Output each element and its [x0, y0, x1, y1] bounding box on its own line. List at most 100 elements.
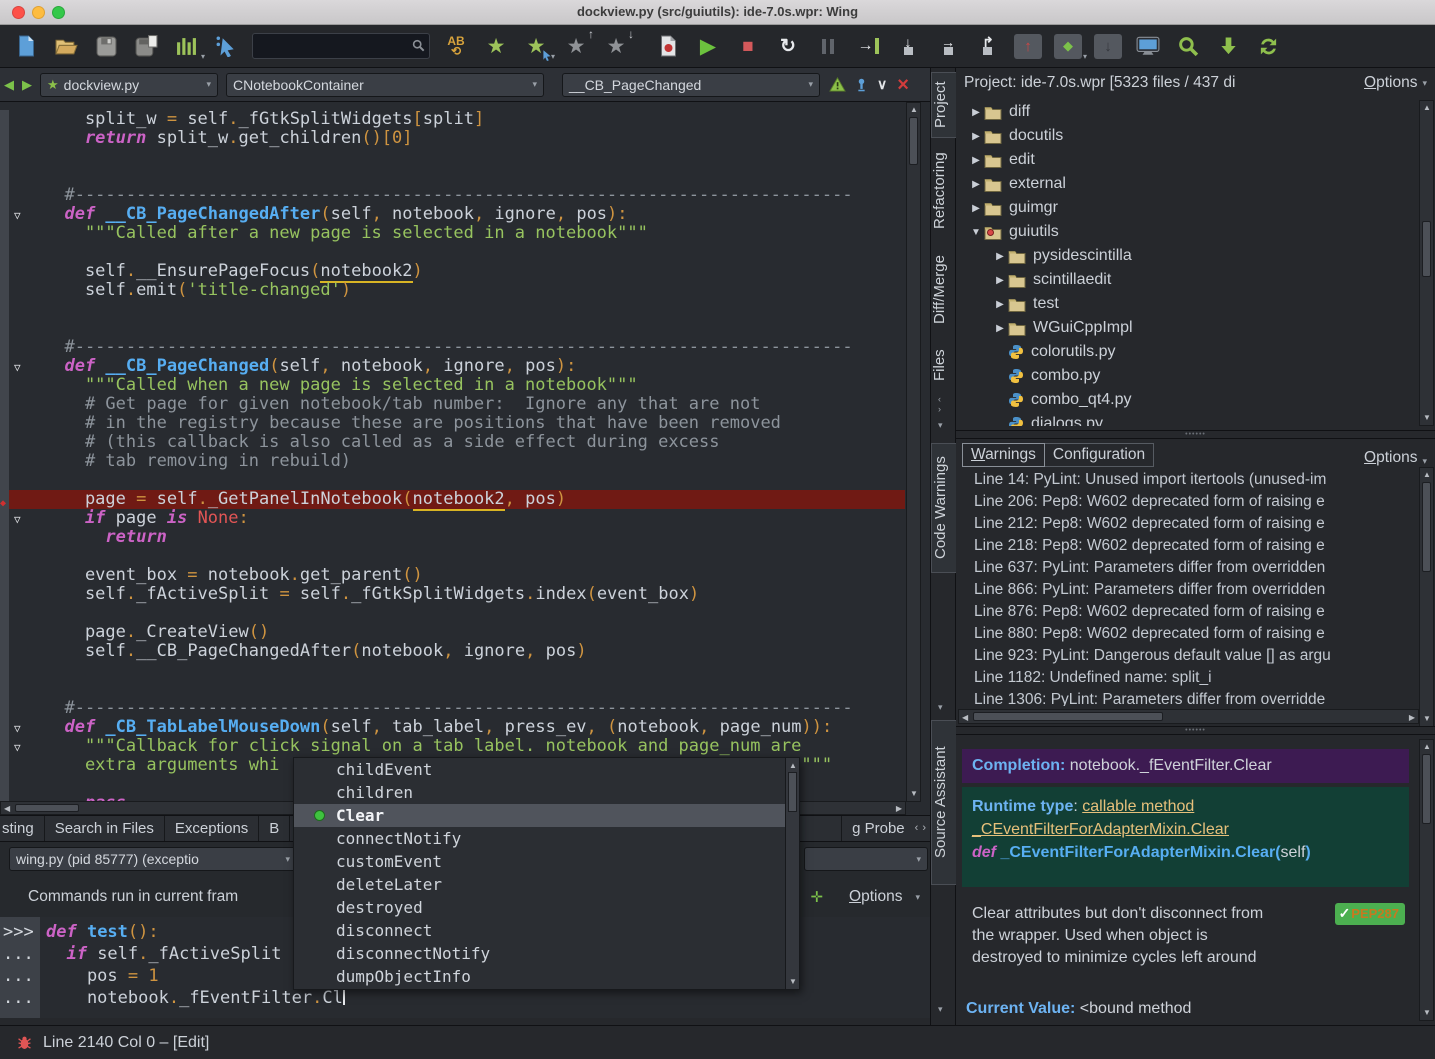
tab-search-in-files[interactable]: Search in Files — [45, 816, 165, 841]
vertical-bars-icon[interactable]: ▾ — [171, 31, 201, 61]
code-line[interactable]: #---------------------------------------… — [0, 699, 905, 718]
tree-item[interactable]: ▶pysidescintilla — [956, 244, 1419, 268]
code-line[interactable]: """Called after a new page is selected i… — [0, 224, 905, 243]
code-line[interactable] — [0, 300, 905, 319]
code-line[interactable]: # in the registry because these are posi… — [0, 414, 905, 433]
tree-item[interactable]: ▶diff — [956, 100, 1419, 124]
tree-item[interactable]: ▶scintillaedit — [956, 268, 1419, 292]
project-options-button[interactable]: Options — [1364, 74, 1417, 92]
code-line[interactable]: #---------------------------------------… — [0, 186, 905, 205]
warning-item[interactable]: Line 866: PyLint: Parameters differ from… — [958, 579, 1419, 601]
tab-scroll-right-icon[interactable]: › — [922, 816, 930, 841]
panel-tab-overflow-icon[interactable]: ▾ — [938, 702, 943, 713]
file-selector[interactable]: ★ dockview.py ▾ — [40, 73, 218, 97]
code-line[interactable] — [0, 243, 905, 262]
tree-item[interactable]: ▶external — [956, 172, 1419, 196]
code-line[interactable] — [0, 167, 905, 186]
bookmark-select-icon[interactable]: ★▾ — [521, 31, 551, 61]
completion-item[interactable]: connectNotify — [294, 827, 799, 850]
code-line[interactable]: return — [0, 528, 905, 547]
warnings-hscrollbar[interactable]: ◀ ▶ — [958, 709, 1419, 724]
runtime-type-link[interactable]: callable method — [1082, 798, 1194, 815]
completion-item[interactable]: disconnect — [294, 919, 799, 942]
new-file-icon[interactable] — [11, 31, 41, 61]
panel-tab-overflow-icon[interactable]: ‹ — [938, 394, 941, 404]
panel-tab-files[interactable]: Files — [931, 339, 957, 391]
stop-icon[interactable]: ■ — [733, 31, 763, 61]
code-line[interactable]: event_box = notebook.get_parent() — [0, 566, 905, 585]
code-line[interactable]: ▽ def __CB_PageChangedAfter(self, notebo… — [0, 205, 905, 224]
code-line[interactable] — [0, 547, 905, 566]
code-line[interactable] — [0, 319, 905, 338]
code-line[interactable]: ▽ if page is None: — [0, 509, 905, 528]
code-line[interactable]: ▽ def _CB_TabLabelMouseDown(self, tab_la… — [0, 718, 905, 737]
panel-tab-overflow-icon[interactable]: ▾ — [938, 420, 943, 431]
vcs-status-icon[interactable]: ◆▾ — [1053, 31, 1083, 61]
code-editor[interactable]: split_w = self._fGtkSplitWidgets[split] … — [0, 102, 930, 815]
pause-icon[interactable] — [813, 31, 843, 61]
tree-item[interactable]: ▶test — [956, 292, 1419, 316]
code-line[interactable]: ◆ page = self._GetPanelInNotebook(notebo… — [0, 490, 905, 509]
project-vscrollbar[interactable]: ▲ ▼ — [1419, 100, 1434, 426]
step-over-icon[interactable]: → — [933, 31, 963, 61]
completion-item[interactable]: dumpObjectInfo — [294, 965, 799, 988]
symbol-index-icon[interactable] — [856, 77, 867, 93]
warning-item[interactable]: Line 212: Pep8: W602 deprecated form of … — [958, 513, 1419, 535]
code-line[interactable]: split_w = self._fGtkSplitWidgets[split] — [0, 110, 905, 129]
warning-item[interactable]: Line 14: PyLint: Unused import itertools… — [958, 469, 1419, 491]
step-out-icon[interactable]: ↱ — [973, 31, 1003, 61]
code-line[interactable]: # tab removing in rebuild) — [0, 452, 905, 471]
step-into-icon[interactable]: ↓ — [893, 31, 923, 61]
replace-ab-icon[interactable]: AB⟲ — [441, 31, 471, 61]
tree-item[interactable]: dialogs.py — [956, 412, 1419, 426]
shell-line[interactable]: ... notebook._fEventFilter.Cl — [0, 987, 930, 1009]
pointer-select-icon[interactable] — [211, 31, 241, 61]
code-line[interactable]: return split_w.get_children()[0] — [0, 129, 905, 148]
method-selector[interactable]: __CB_PageChanged ▾ — [562, 73, 820, 97]
popup-scrollbar[interactable]: ▲ ▼ — [785, 758, 799, 989]
warning-item[interactable]: Line 923: PyLint: Dangerous default valu… — [958, 645, 1419, 667]
warnings-options-button[interactable]: Options — [1364, 449, 1417, 467]
panel-tab-project[interactable]: Project — [931, 72, 957, 138]
code-line[interactable]: # (this callback is also called as a sid… — [0, 433, 905, 452]
code-line[interactable]: self.__EnsurePageFocus(notebook2) — [0, 262, 905, 281]
bookmark-prev-icon[interactable]: ★↑ — [561, 31, 591, 61]
tab-exceptions[interactable]: Exceptions — [165, 816, 259, 841]
frame-selector[interactable]: ▾ — [804, 847, 928, 871]
code-line[interactable]: #---------------------------------------… — [0, 338, 905, 357]
completion-item[interactable]: destroyed — [294, 896, 799, 919]
run-to-cursor-icon[interactable]: → — [853, 31, 883, 61]
warning-triangle-icon[interactable] — [829, 77, 846, 92]
close-icon[interactable]: × — [897, 78, 909, 92]
completion-item[interactable]: childEvent — [294, 758, 799, 781]
nav-back-icon[interactable]: ◀ — [4, 77, 14, 93]
code-line[interactable]: self.__CB_PageChangedAfter(notebook, ign… — [0, 642, 905, 661]
add-icon[interactable]: ✛ — [810, 888, 823, 906]
panel-tab-overflow-icon[interactable]: › — [938, 404, 941, 414]
runtime-class-link[interactable]: _CEventFilterForAdapterMixin.Clear — [972, 821, 1229, 838]
code-line[interactable] — [0, 471, 905, 490]
tree-item[interactable]: ▶edit — [956, 148, 1419, 172]
bookmark-next-icon[interactable]: ★↓ — [601, 31, 631, 61]
class-selector[interactable]: CNotebookContainer ▾ — [226, 73, 544, 97]
warning-item[interactable]: Line 880: Pep8: W602 deprecated form of … — [958, 623, 1419, 645]
tree-item[interactable]: ▶WGuiCppImpl — [956, 316, 1419, 340]
code-line[interactable]: ▽ def __CB_PageChanged(self, notebook, i… — [0, 357, 905, 376]
code-line[interactable]: # Get page for given notebook/tab number… — [0, 395, 905, 414]
tab-sting[interactable]: sting — [0, 816, 45, 841]
code-line[interactable]: ▽ """Callback for click signal on a tab … — [0, 737, 905, 756]
code-line[interactable] — [0, 148, 905, 167]
panel-tab-overflow-icon[interactable]: ▾ — [938, 1004, 943, 1015]
completion-item[interactable]: disconnectNotify — [294, 942, 799, 965]
search-input[interactable] — [253, 34, 403, 56]
code-line[interactable] — [0, 680, 905, 699]
tab-configuration[interactable]: Configuration — [1045, 443, 1154, 467]
probe-options-button[interactable]: Options — [849, 888, 902, 906]
completion-item[interactable]: Clear — [294, 804, 799, 827]
remote-display-icon[interactable] — [1133, 31, 1163, 61]
warnings-vscrollbar[interactable]: ▲ ▼ — [1419, 467, 1434, 727]
restart-icon[interactable]: ↻ — [773, 31, 803, 61]
warning-item[interactable]: Line 218: Pep8: W602 deprecated form of … — [958, 535, 1419, 557]
code-line[interactable]: """Called when a new page is selected in… — [0, 376, 905, 395]
tree-item[interactable]: ▼guiutils — [956, 220, 1419, 244]
